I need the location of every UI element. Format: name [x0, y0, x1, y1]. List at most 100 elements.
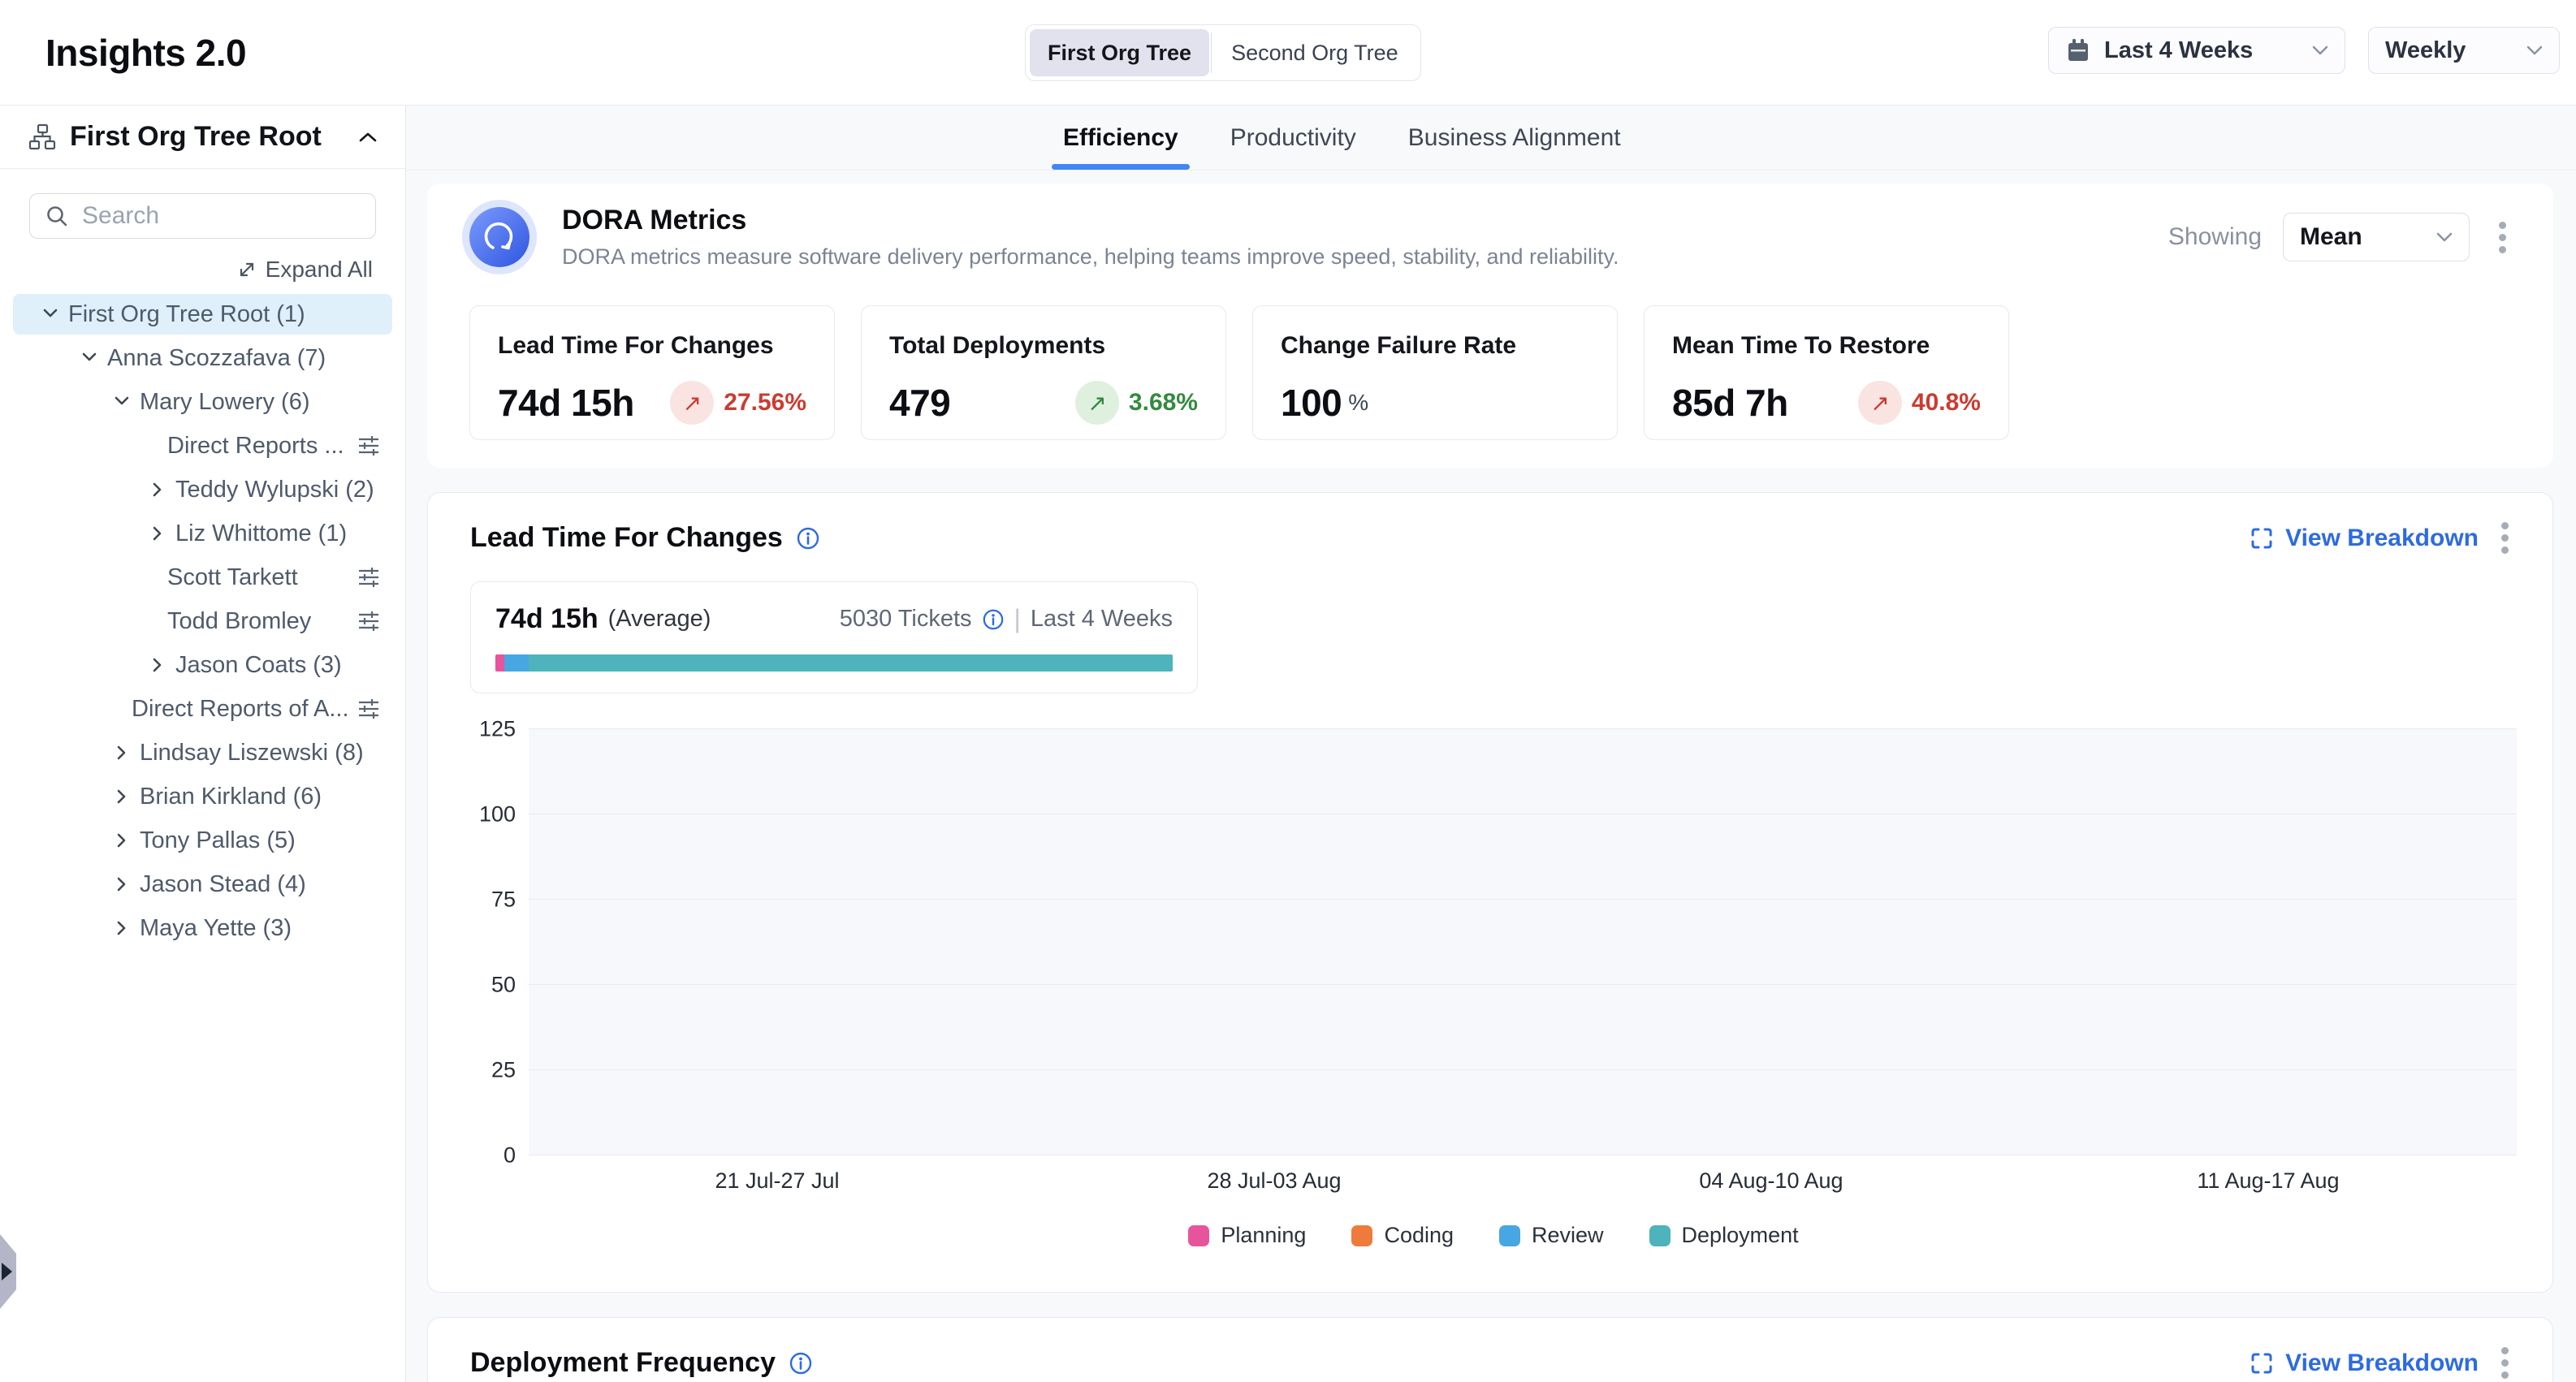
tree-item-label: Teddy Wylupski (2) — [175, 477, 374, 503]
date-range-select[interactable]: Last 4 Weeks — [2048, 27, 2345, 74]
metric-value: 100 — [1281, 381, 1342, 425]
metric-value: 479 — [889, 381, 950, 425]
chevron-right-icon[interactable] — [140, 657, 175, 673]
lead-time-kebab-menu[interactable] — [2493, 516, 2517, 560]
info-icon[interactable] — [982, 608, 1005, 631]
tree-item-tony-pallas-5[interactable]: Tony Pallas (5) — [13, 820, 392, 861]
tree-item-label: Tony Pallas (5) — [140, 827, 296, 854]
sidebar-search[interactable] — [29, 193, 376, 239]
chevron-down-icon — [2436, 232, 2453, 242]
expand-corners-icon — [2250, 526, 2274, 551]
legend-label: Deployment — [1682, 1223, 1799, 1248]
search-icon — [45, 204, 69, 228]
distribution-segment-review — [504, 654, 529, 672]
tab-bar: Efficiency Productivity Business Alignme… — [406, 106, 2576, 171]
y-tick-25: 25 — [491, 1058, 516, 1083]
legend-item-deployment[interactable]: Deployment — [1649, 1223, 1799, 1248]
filter-sliders-icon[interactable] — [357, 434, 381, 457]
distribution-segment-planning — [495, 654, 504, 672]
toggle-divider — [1211, 32, 1212, 73]
tree-item-first-org-tree-root-1[interactable]: First Org Tree Root (1) — [13, 294, 392, 335]
toggle-second-org-tree[interactable]: Second Org Tree — [1213, 29, 1416, 76]
tree-item-todd-bromley[interactable]: Todd Bromley — [13, 601, 392, 641]
trend-up-arrow-icon: ↗ — [670, 381, 714, 425]
tree-item-label: Jason Stead (4) — [140, 871, 306, 898]
chevron-right-icon[interactable] — [104, 788, 140, 805]
tree-item-lindsay-liszewski-8[interactable]: Lindsay Liszewski (8) — [13, 732, 392, 773]
dora-kebab-menu[interactable] — [2491, 215, 2514, 260]
filter-sliders-icon[interactable] — [357, 610, 381, 633]
legend-item-review[interactable]: Review — [1499, 1223, 1604, 1248]
chevron-right-icon[interactable] — [104, 745, 140, 761]
chevron-down-icon[interactable] — [71, 350, 107, 366]
info-icon[interactable] — [796, 526, 820, 551]
x-tick-11-aug-17-aug: 11 Aug-17 Aug — [2020, 1168, 2517, 1194]
separator: | — [1014, 604, 1021, 634]
tab-productivity[interactable]: Productivity — [1225, 106, 1361, 170]
lead-time-view-breakdown[interactable]: View Breakdown — [2250, 525, 2479, 552]
sidebar-header: First Org Tree Root — [0, 106, 405, 169]
metric-change-value: 40.8% — [1912, 389, 1981, 417]
deployment-frequency-title: Deployment Frequency — [470, 1347, 776, 1379]
tree-item-anna-scozzafava-7[interactable]: Anna Scozzafava (7) — [13, 338, 392, 378]
search-input[interactable] — [82, 202, 361, 230]
expand-all-button[interactable]: Expand All — [0, 257, 373, 283]
tree-item-direct-reports-of-a[interactable]: Direct Reports of A... — [13, 689, 392, 729]
lead-time-chart: 0255075100125 — [470, 729, 2517, 1155]
metric-change-value: 3.68% — [1129, 389, 1198, 417]
tree-item-label: Liz Whittome (1) — [175, 520, 347, 547]
tree-item-maya-yette-3[interactable]: Maya Yette (3) — [13, 908, 392, 948]
org-tree-sidebar: First Org Tree Root Expand All First Org… — [0, 106, 406, 1382]
caret-right-icon — [2, 1263, 12, 1281]
toggle-first-org-tree[interactable]: First Org Tree — [1030, 29, 1209, 76]
y-axis-labels: 0255075100125 — [470, 729, 529, 1155]
tickets-count: 5030 Tickets — [840, 606, 972, 633]
showing-label: Showing — [2168, 223, 2262, 251]
tree-item-label: Lindsay Liszewski (8) — [140, 740, 364, 767]
tree-item-teddy-wylupski-2[interactable]: Teddy Wylupski (2) — [13, 469, 392, 510]
tab-business-alignment[interactable]: Business Alignment — [1403, 106, 1626, 170]
deployment-frequency-view-breakdown[interactable]: View Breakdown — [2250, 1350, 2479, 1377]
org-tree-list: First Org Tree Root (1)Anna Scozzafava (… — [0, 294, 405, 948]
gridline-125 — [529, 728, 2517, 729]
legend-item-coding[interactable]: Coding — [1351, 1223, 1454, 1248]
tree-item-liz-whittome-1[interactable]: Liz Whittome (1) — [13, 513, 392, 554]
chevron-down-icon[interactable] — [32, 306, 68, 322]
metric-card-total-deployments: Total Deployments479↗3.68% — [861, 305, 1226, 440]
tab-efficiency[interactable]: Efficiency — [1058, 106, 1183, 170]
tree-item-jason-stead-4[interactable]: Jason Stead (4) — [13, 864, 392, 905]
filter-sliders-icon[interactable] — [357, 697, 381, 720]
tree-item-jason-coats-3[interactable]: Jason Coats (3) — [13, 645, 392, 685]
granularity-value: Weekly — [2385, 37, 2466, 64]
tree-item-label: Direct Reports of A... — [132, 696, 349, 723]
metric-change-badge: ↗40.8% — [1858, 381, 1981, 425]
dora-title: DORA Metrics — [562, 205, 1619, 236]
metric-title: Change Failure Rate — [1281, 332, 1589, 360]
y-tick-50: 50 — [491, 973, 516, 998]
tree-item-brian-kirkland-6[interactable]: Brian Kirkland (6) — [13, 776, 392, 817]
collapse-sidebar-icon[interactable] — [358, 131, 378, 144]
tree-item-label: Todd Bromley — [167, 608, 311, 635]
chevron-right-icon[interactable] — [104, 920, 140, 936]
aggregation-value: Mean — [2300, 223, 2362, 251]
trend-up-arrow-icon: ↗ — [1075, 381, 1119, 425]
chevron-down-icon[interactable] — [104, 394, 140, 410]
aggregation-select[interactable]: Mean — [2283, 213, 2470, 261]
deployment-frequency-kebab-menu[interactable] — [2493, 1341, 2517, 1382]
metric-change-badge: ↗27.56% — [670, 381, 806, 425]
tree-item-scott-tarkett[interactable]: Scott Tarkett — [13, 557, 392, 598]
chevron-right-icon[interactable] — [104, 876, 140, 892]
granularity-select[interactable]: Weekly — [2368, 27, 2560, 74]
app-title: Insights 2.0 — [45, 31, 246, 75]
metric-card-lead-time-for-changes: Lead Time For Changes74d 15h↗27.56% — [469, 305, 835, 440]
tree-item-mary-lowery-6[interactable]: Mary Lowery (6) — [13, 382, 392, 422]
tree-item-direct-reports[interactable]: Direct Reports ... — [13, 425, 392, 466]
chevron-right-icon[interactable] — [104, 832, 140, 849]
y-tick-75: 75 — [491, 888, 516, 913]
chevron-right-icon[interactable] — [140, 525, 175, 542]
chart-plot-area — [529, 729, 2517, 1155]
chevron-right-icon[interactable] — [140, 482, 175, 498]
info-icon[interactable] — [789, 1351, 813, 1376]
legend-item-planning[interactable]: Planning — [1188, 1223, 1306, 1248]
filter-sliders-icon[interactable] — [357, 566, 381, 589]
